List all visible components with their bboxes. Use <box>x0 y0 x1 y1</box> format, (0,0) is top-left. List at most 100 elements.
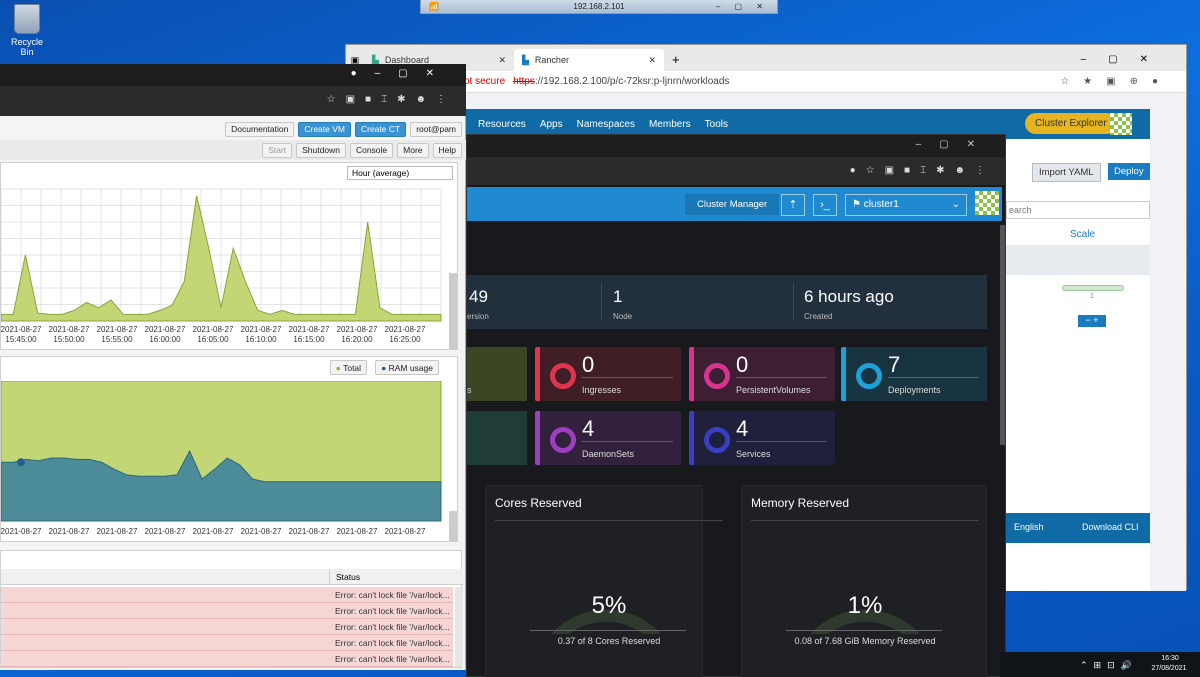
status-column-header[interactable]: Status <box>329 569 366 585</box>
avatar[interactable] <box>1110 113 1132 135</box>
rdp-controls[interactable]: – ▢ ✕ <box>716 2 769 11</box>
deploy-button[interactable]: Deploy <box>1108 163 1150 180</box>
legend-total[interactable]: ● Total <box>329 360 368 375</box>
table-row[interactable]: Error: can't lock file '/var/lock... <box>1 651 453 667</box>
scale-bar <box>1062 285 1124 291</box>
tile-persistentvolumes[interactable]: 0 PersistentVolumes <box>689 347 835 401</box>
x-tick-label: 16:00:00 <box>149 335 181 344</box>
ram-legend: ● Total ● RAM usage <box>326 360 439 375</box>
tile-label: Deployments <box>888 385 941 395</box>
recycle-bin-label: Recycle Bin <box>10 37 43 57</box>
more-button[interactable]: More <box>397 142 429 158</box>
close-icon[interactable]: ✕ <box>498 55 506 66</box>
window-controls[interactable]: –▢✕ <box>916 139 993 150</box>
ring-icon <box>550 363 576 389</box>
create-vm-button[interactable]: Create VM <box>298 121 351 137</box>
window-controls[interactable]: ●–▢✕ <box>351 68 452 79</box>
scale-stepper[interactable]: − + <box>1078 315 1106 327</box>
cores-caption: 0.37 of 8 Cores Reserved <box>557 636 661 646</box>
avatar[interactable] <box>975 191 999 215</box>
x-tick-label: 2021-08-27 <box>385 325 426 334</box>
close-icon[interactable]: ✕ <box>648 55 656 66</box>
memory-gauge <box>810 609 920 634</box>
rdp-bar[interactable]: 📶 192.168.2.101 – ▢ ✕ <box>420 0 778 14</box>
x-tick-label: 2021-08-27 <box>49 325 90 334</box>
ram-dot-icon: ● <box>381 362 387 373</box>
scrollbar[interactable] <box>455 587 463 667</box>
table-row[interactable]: Error: can't lock file '/var/lock... <box>1 587 453 603</box>
ram-hover-point <box>17 458 25 467</box>
scale-header[interactable]: Scale <box>1070 229 1095 240</box>
nav-members[interactable]: Members <box>649 119 691 130</box>
tile-services[interactable]: 4 Services <box>689 411 835 465</box>
nav-tools[interactable]: Tools <box>705 119 728 130</box>
x-tick-label: 16:20:00 <box>341 335 373 344</box>
task-log-panel: Status Error: can't lock file '/var/lock… <box>0 550 463 668</box>
tile-label: PersistentVolumes <box>736 385 811 395</box>
create-ct-button[interactable]: Create CT <box>354 121 407 137</box>
window-controls[interactable]: –▢✕ <box>1065 54 1186 71</box>
recycle-bin[interactable]: Recycle Bin <box>4 4 50 57</box>
not-secure-label[interactable]: ot secure <box>464 76 505 87</box>
legend-ram-usage[interactable]: ● RAM usage <box>375 360 439 375</box>
cluster-manager-button[interactable]: Cluster Manager <box>685 194 780 215</box>
tile-deployments[interactable]: 7 Deployments <box>841 347 987 401</box>
tile-daemonsets[interactable]: 4 DaemonSets <box>535 411 681 465</box>
nav-namespaces[interactable]: Namespaces <box>577 119 635 130</box>
tray-icons[interactable]: ⌃⊞⊡🔊 <box>1080 660 1138 671</box>
download-cli-link[interactable]: Download CLI <box>1082 522 1139 532</box>
table-row[interactable]: Error: can't lock file '/var/lock... <box>1 619 453 635</box>
documentation-button[interactable]: Documentation <box>225 121 295 137</box>
rdp-title: 192.168.2.101 <box>573 2 625 11</box>
extension-icons[interactable]: ●☆▣■⌶✱☻⋮ <box>850 165 995 176</box>
nav-resources[interactable]: Resources <box>478 119 526 130</box>
x-tick-label: 2021-08-27 <box>337 527 378 536</box>
timeframe-select[interactable]: Hour (average) <box>347 166 453 180</box>
x-tick-label: 2021-08-27 <box>97 325 138 334</box>
nav-apps[interactable]: Apps <box>540 119 563 130</box>
tab-rancher[interactable]: ▙ Rancher ✕ <box>514 49 664 71</box>
scrollbar[interactable] <box>1000 225 1005 445</box>
stat-version-value: 49 <box>469 287 488 306</box>
tile-value: 0 <box>736 352 749 377</box>
url-scheme: https <box>513 76 535 87</box>
cluster-select[interactable]: ⚑ cluster1 ⌄ <box>845 194 967 216</box>
task-log-rows: Error: can't lock file '/var/lock... Erro… <box>1 587 453 667</box>
help-button[interactable]: Help <box>432 142 462 158</box>
x-tick-label: 2021-08-27 <box>337 325 378 334</box>
tile-partial-1[interactable]: s <box>467 347 527 401</box>
cores-reserved-card: Cores Reserved 5% 0.37 of 8 Cores Reserv… <box>485 485 723 677</box>
x-tick-label: 2021-08-27 <box>193 527 234 536</box>
browser-toolbar-icons[interactable]: ☆★▣⊕● <box>1060 76 1172 87</box>
upload-icon[interactable]: ⇡ <box>781 194 805 216</box>
terminal-icon[interactable]: ›_ <box>813 194 837 216</box>
recycle-bin-icon <box>14 4 40 34</box>
new-tab-icon[interactable]: + <box>664 52 688 71</box>
ring-icon <box>550 427 576 453</box>
scale-value: 1 <box>1090 293 1094 300</box>
dark-header: Cluster Manager ⇡ ›_ ⚑ cluster1 ⌄ <box>467 187 1002 221</box>
address-bar[interactable]: ot secure https ://192.168.2.100/p/c-72k… <box>346 71 1186 93</box>
table-row[interactable]: Error: can't lock file '/var/lock... <box>1 603 453 619</box>
tile-label: Ingresses <box>582 385 622 395</box>
tile-ingresses[interactable]: 0 Ingresses <box>535 347 681 401</box>
cores-title: Cores Reserved <box>495 496 582 510</box>
shutdown-button[interactable]: Shutdown <box>296 142 346 158</box>
x-tick-label: 2021-08-27 <box>241 527 282 536</box>
clock-date[interactable]: 27/08/2021 <box>1144 665 1194 672</box>
cpu-chart: 2021-08-2715:45:002021-08-2715:50:002021… <box>1 188 457 349</box>
console-button[interactable]: Console <box>349 142 394 158</box>
task-status: Error: can't lock file '/var/lock... <box>335 654 450 664</box>
extension-icons[interactable]: ☆▣■⌶✱☻⋮ <box>327 94 456 105</box>
language-select[interactable]: English <box>1014 522 1044 532</box>
search-input[interactable]: earch <box>1006 201 1150 219</box>
cluster-explorer-button[interactable]: Cluster Explorer <box>1025 113 1117 134</box>
tile-partial-2[interactable] <box>467 411 527 465</box>
start-button[interactable]: Start <box>262 142 293 158</box>
x-tick-label: 2021-08-27 <box>385 527 426 536</box>
clock-time[interactable]: 16:30 <box>1150 655 1190 662</box>
import-yaml-button[interactable]: Import YAML <box>1032 163 1101 182</box>
table-row[interactable]: Error: can't lock file '/var/lock... <box>1 635 453 651</box>
x-tick-label: 15:45:00 <box>5 335 37 344</box>
user-menu[interactable]: root@pam <box>410 121 462 137</box>
